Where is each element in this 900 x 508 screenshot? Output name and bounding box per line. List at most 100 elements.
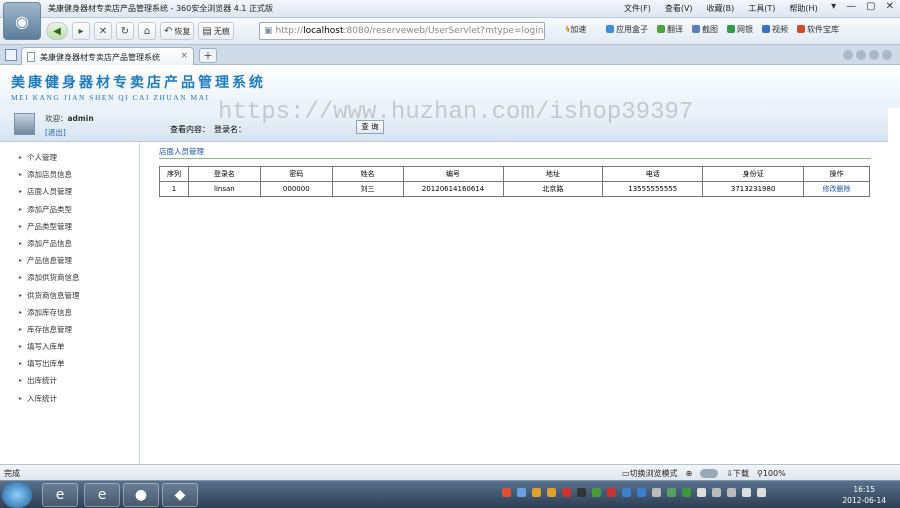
sidebar-item[interactable]: ▸ 添加供货商信息 bbox=[0, 269, 139, 286]
address-host: localhost bbox=[303, 26, 344, 36]
sidebar-item[interactable]: ▸ 填写出库单 bbox=[0, 355, 139, 372]
tab-tool-icon[interactable] bbox=[843, 50, 853, 60]
incognito-button[interactable]: ▤ 无痕 bbox=[198, 22, 234, 40]
sidebar-menu: ▸ 个人管理 ▸ 添加店员信息 ▸ 店面人员管理 ▸ 添加产品类型 ▸ 产品类型管理 ▸ 添… bbox=[0, 143, 140, 464]
sidebar-item[interactable]: ▸ 添加店员信息 bbox=[0, 166, 139, 183]
edit-link[interactable]: 修改 bbox=[823, 185, 837, 193]
new-tab-button[interactable]: + bbox=[199, 48, 217, 63]
system-tray bbox=[502, 488, 766, 497]
stop-button[interactable]: ✕ bbox=[94, 22, 112, 40]
compat-mode-button[interactable]: ▭切换浏览模式 bbox=[622, 468, 678, 479]
menu-favorites[interactable]: 收藏(B) bbox=[707, 3, 735, 14]
taskbar-ie-icon[interactable]: e bbox=[42, 483, 78, 507]
back-icon: ◀ bbox=[53, 25, 61, 37]
tab-label: 美康健身器材专卖店产品管理系统 bbox=[40, 53, 160, 62]
tab-tool-icon[interactable] bbox=[869, 50, 879, 60]
extension-translate[interactable]: 翻译 bbox=[657, 24, 683, 35]
start-button[interactable] bbox=[2, 482, 32, 508]
sidebar-item[interactable]: ▸ 出库统计 bbox=[0, 372, 139, 389]
tray-icon[interactable] bbox=[577, 488, 586, 497]
extension-app-box[interactable]: 应用盒子 bbox=[606, 24, 648, 35]
sidebar-item[interactable]: ▸ 库存信息管理 bbox=[0, 321, 139, 338]
skin-icon[interactable]: ▾ bbox=[831, 1, 836, 12]
sidebar-item[interactable]: ▸ 产品类型管理 bbox=[0, 218, 139, 235]
menu-tools[interactable]: 工具(T) bbox=[748, 3, 775, 14]
minimize-button[interactable]: — bbox=[846, 1, 856, 12]
status-text: 完成 bbox=[4, 469, 20, 478]
page-content: 美康健身器材专卖店产品管理系统 MEI KANG JIAN SHEN QI CA… bbox=[0, 66, 900, 464]
tab-tool-icon[interactable] bbox=[856, 50, 866, 60]
column-header: 登录名 bbox=[187, 166, 261, 182]
sidebar-item[interactable]: ▸ 添加产品信息 bbox=[0, 235, 139, 252]
status-tools: ▭切换浏览模式 ⊕ ⇩下载 ⚲100% bbox=[622, 468, 786, 479]
username: admin bbox=[67, 114, 94, 123]
menu-view[interactable]: 查看(V) bbox=[665, 3, 693, 14]
sidebar-item[interactable]: ▸ 店面人员管理 bbox=[0, 183, 139, 200]
sidebar-item[interactable]: ▸ 添加库存信息 bbox=[0, 304, 139, 321]
forward-button[interactable]: ▸ bbox=[72, 22, 90, 40]
maximize-button[interactable]: ▢ bbox=[866, 1, 875, 12]
taskbar-browser-icon[interactable]: e bbox=[84, 483, 120, 507]
delete-link[interactable]: 删除 bbox=[837, 185, 851, 193]
extension-software[interactable]: 软件宝库 bbox=[797, 24, 839, 35]
sidebar-item[interactable]: ▸ 添加产品类型 bbox=[0, 201, 139, 218]
sidebar-item-label: 产品类型管理 bbox=[27, 221, 72, 231]
tab-tool-icon[interactable] bbox=[882, 50, 892, 60]
tray-icon[interactable] bbox=[592, 488, 601, 497]
extension-label: 视频 bbox=[772, 25, 788, 34]
column-header: 电话 bbox=[602, 166, 704, 182]
sidebar-item[interactable]: ▸ 供货商信息管理 bbox=[0, 287, 139, 304]
logout-link[interactable]: [退出] bbox=[45, 127, 66, 138]
taskbar-eclipse-icon[interactable]: ● bbox=[123, 483, 159, 507]
browser-logo-icon[interactable]: ◉ bbox=[3, 2, 41, 40]
home-button[interactable]: ⌂ bbox=[138, 22, 156, 40]
sidebar-item[interactable]: ▸ 入库统计 bbox=[0, 390, 139, 407]
tray-icon[interactable] bbox=[667, 488, 676, 497]
extension-bank[interactable]: 网银 bbox=[727, 24, 753, 35]
zoom-control[interactable]: ⚲100% bbox=[757, 469, 786, 478]
tray-icon[interactable] bbox=[622, 488, 631, 497]
menu-help[interactable]: 帮助(H) bbox=[789, 3, 817, 14]
sidebar-item[interactable]: ▸ 填写入库单 bbox=[0, 338, 139, 355]
tray-icon[interactable] bbox=[712, 488, 721, 497]
tab-active[interactable]: 美康健身器材专卖店产品管理系统 × bbox=[21, 47, 194, 65]
tab-close-icon[interactable]: × bbox=[180, 51, 188, 61]
arrow-icon: ▸ bbox=[19, 394, 23, 402]
download-button[interactable]: ⇩下载 bbox=[726, 468, 749, 479]
address-bar[interactable]: ▣ http://localhost:8080/reserveweb/UserS… bbox=[259, 22, 545, 40]
tray-icon[interactable] bbox=[637, 488, 646, 497]
tray-icon[interactable] bbox=[652, 488, 661, 497]
nav-buttons: ◀ ▸ ✕ ↻ ⌂ ↶ 恢复 ▤ 无痕 bbox=[46, 22, 234, 40]
close-window-button[interactable]: ✕ bbox=[886, 1, 894, 12]
tray-icon[interactable] bbox=[502, 488, 511, 497]
window-controls: ▾ — ▢ ✕ bbox=[831, 1, 894, 12]
column-header: 序列 bbox=[159, 166, 189, 182]
refresh-button[interactable]: ↻ bbox=[116, 22, 134, 40]
back-button[interactable]: ◀ bbox=[46, 22, 68, 40]
sidebar-item[interactable]: ▸ 产品信息管理 bbox=[0, 252, 139, 269]
taskbar-app-icon[interactable]: ◆ bbox=[162, 483, 198, 507]
greeting: 欢迎：admin bbox=[45, 113, 94, 124]
extension-video[interactable]: 视频 bbox=[762, 24, 788, 35]
menu-file[interactable]: 文件(F) bbox=[624, 3, 651, 14]
software-icon bbox=[797, 25, 805, 33]
tray-icon[interactable] bbox=[682, 488, 691, 497]
tray-icon[interactable] bbox=[697, 488, 706, 497]
tray-icon[interactable] bbox=[547, 488, 556, 497]
extension-screenshot[interactable]: 截图 bbox=[692, 24, 718, 35]
tray-icon[interactable] bbox=[532, 488, 541, 497]
tray-icon[interactable] bbox=[742, 488, 751, 497]
tray-icon[interactable] bbox=[607, 488, 616, 497]
address-protocol: http:// bbox=[275, 26, 304, 36]
tray-icon[interactable] bbox=[757, 488, 766, 497]
tray-icon[interactable] bbox=[517, 488, 526, 497]
sidebar-item[interactable]: ▸ 个人管理 bbox=[0, 149, 139, 166]
tray-icon[interactable] bbox=[562, 488, 571, 497]
tray-icon[interactable] bbox=[727, 488, 736, 497]
restore-button[interactable]: ↶ 恢复 bbox=[160, 22, 195, 40]
sidebar-toggle-icon[interactable] bbox=[5, 49, 17, 61]
clock[interactable]: 16:15 2012-06-14 bbox=[842, 484, 886, 506]
toggle-icon[interactable] bbox=[700, 469, 719, 478]
security-icon[interactable]: ⊕ bbox=[686, 469, 693, 478]
speed-button[interactable]: ϟ加速 bbox=[565, 24, 586, 35]
